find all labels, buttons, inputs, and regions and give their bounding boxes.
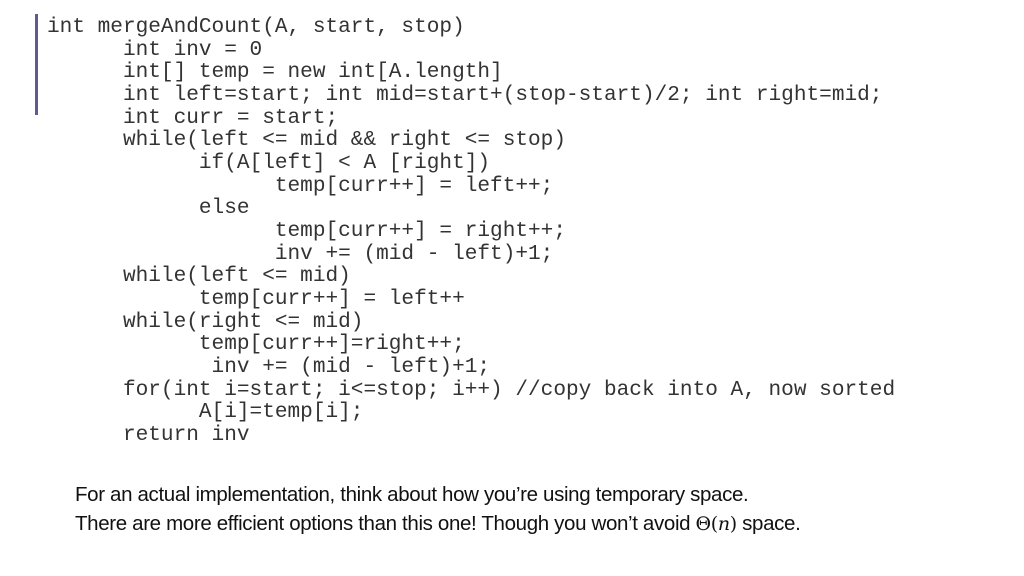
code-line: if(A[left] < A [right]) <box>47 150 491 175</box>
note-line-2: There are more efficient options than th… <box>75 510 801 539</box>
theta-symbol: Θ( <box>695 512 719 535</box>
note-line-2-text: There are more efficient options than th… <box>75 511 696 535</box>
code-line: int[] temp = new int[A.length] <box>47 60 503 85</box>
code-line: int mergeAndCount(A, start, stop) <box>47 15 465 39</box>
note-text: For an actual implementation, think abou… <box>75 481 801 539</box>
code-line: for(int i=start; i<=stop; i++) //copy ba… <box>47 377 896 402</box>
note-line-1: For an actual implementation, think abou… <box>75 483 749 506</box>
code-line: inv += (mid - left)+1; <box>47 241 554 266</box>
code-block: int mergeAndCount(A, start, stop) int in… <box>47 16 895 446</box>
code-line: temp[curr++] = left++ <box>47 286 465 311</box>
code-line: while(right <= mid) <box>47 309 364 334</box>
theta-n-expression: Θ(n) <box>695 512 738 535</box>
code-line: int curr = start; <box>47 105 339 130</box>
code-line: return inv <box>47 422 250 447</box>
code-line: while(left <= mid) <box>47 264 351 289</box>
accent-bar <box>35 14 38 115</box>
note-line-2-suffix: space. <box>736 511 801 535</box>
code-line: int inv = 0 <box>47 37 263 62</box>
code-line: temp[curr++] = right++; <box>47 218 566 243</box>
code-line: temp[curr++] = left++; <box>47 173 554 198</box>
math-close-paren: ) <box>729 512 737 535</box>
code-line: int left=start; int mid=start+(stop-star… <box>47 82 883 107</box>
code-line: A[i]=temp[i]; <box>47 400 364 425</box>
code-line: else <box>47 196 250 221</box>
math-variable-n: n <box>717 512 730 535</box>
code-line: inv += (mid - left)+1; <box>47 354 491 379</box>
code-line: temp[curr++]=right++; <box>47 332 465 357</box>
code-line: while(left <= mid && right <= stop) <box>47 128 566 153</box>
